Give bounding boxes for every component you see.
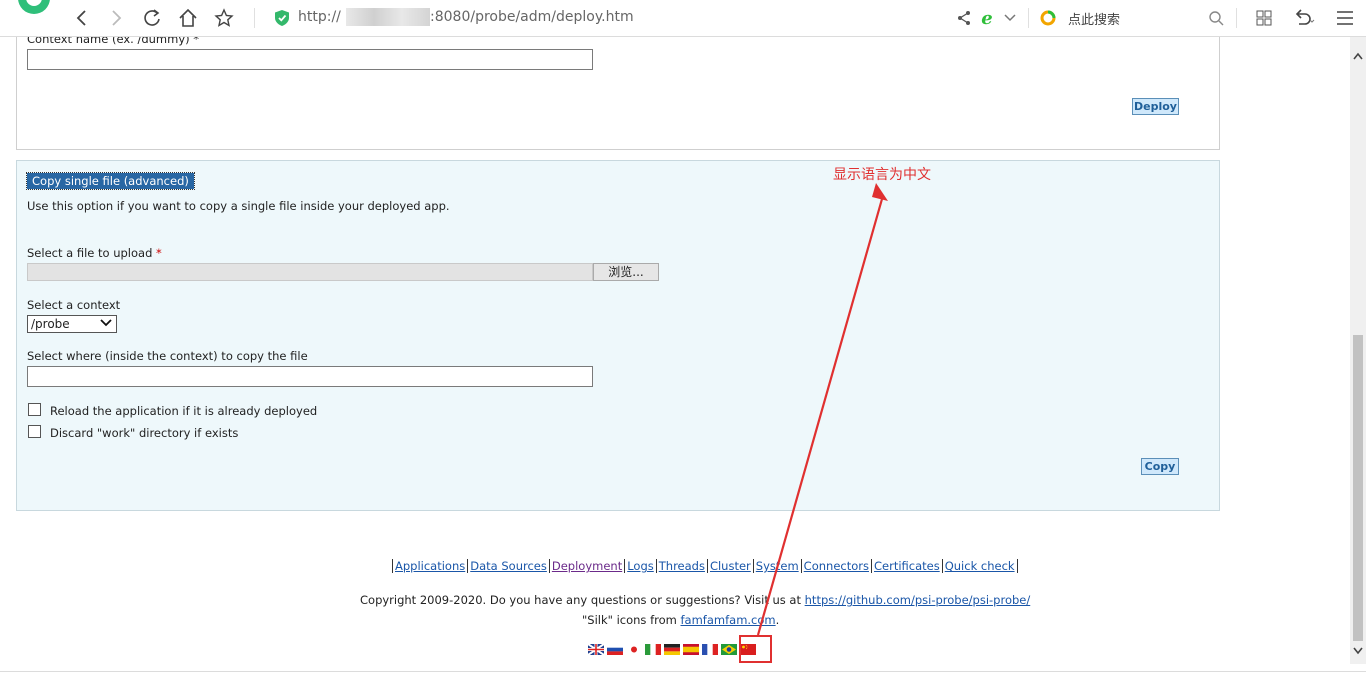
shield-icon [270, 6, 294, 30]
refresh-icon[interactable] [140, 6, 164, 30]
back-icon[interactable] [70, 6, 94, 30]
chevron-down-icon[interactable] [998, 6, 1022, 30]
annotation-arrow-icon [756, 183, 888, 636]
annotation-text: 显示语言为中文 [833, 167, 931, 183]
ie-icon[interactable]: e [975, 6, 999, 30]
search-input[interactable]: 点此搜索 [1068, 9, 1120, 28]
search-icon[interactable] [1204, 6, 1228, 30]
forward-icon[interactable] [104, 6, 128, 30]
address-prefix[interactable]: http:// [298, 9, 341, 25]
apps-icon[interactable] [1252, 6, 1276, 30]
scrollbar-thumb[interactable] [1353, 335, 1363, 641]
bottom-border [0, 671, 1366, 677]
star-icon[interactable] [212, 6, 236, 30]
share-icon[interactable] [952, 6, 976, 30]
home-icon[interactable] [176, 6, 200, 30]
menu-icon[interactable] [1333, 6, 1357, 30]
vertical-scrollbar[interactable] [1350, 37, 1366, 664]
address-url[interactable]: :8080/probe/adm/deploy.htm [430, 9, 634, 25]
scroll-down-icon[interactable] [1353, 647, 1363, 655]
scroll-up-icon[interactable] [1353, 52, 1363, 60]
address-blur [346, 8, 430, 26]
page-content: Context name (ex. /dummy) * Deploy Copy … [0, 37, 1350, 672]
undo-icon[interactable] [1292, 6, 1316, 30]
browser-logo-icon [12, 0, 52, 28]
browser-toolbar: http:// :8080/probe/adm/deploy.htm e 点此搜… [0, 0, 1366, 37]
search-engine-icon[interactable] [1036, 6, 1060, 30]
